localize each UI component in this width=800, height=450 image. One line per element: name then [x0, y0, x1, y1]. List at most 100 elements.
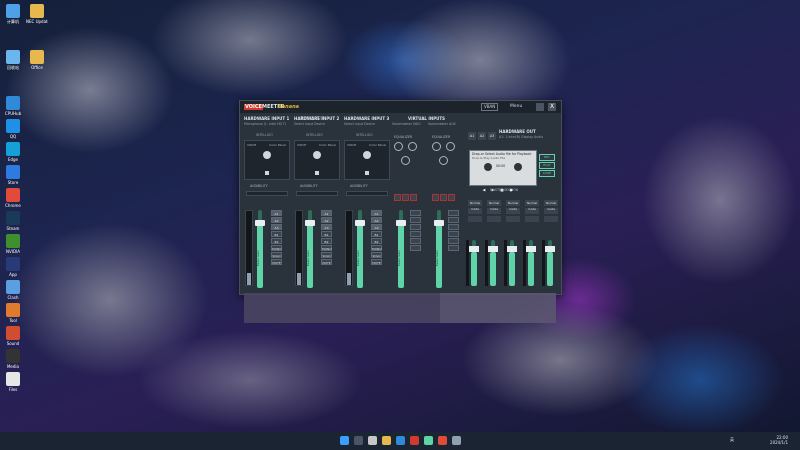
chrome-icon[interactable] [438, 436, 447, 445]
desktop-icon-label: Edge [7, 157, 19, 162]
app-icon [6, 119, 20, 133]
app-icon [6, 257, 20, 271]
master-section-label: MASTER SECTION [490, 188, 519, 192]
a1-select[interactable]: A1 [468, 132, 476, 140]
bus-fader-handle[interactable] [507, 246, 517, 252]
bus-button[interactable] [468, 216, 482, 222]
edge-icon[interactable] [396, 436, 405, 445]
bus-button[interactable] [487, 216, 501, 222]
desktop-icon[interactable]: NVIDIA [2, 234, 24, 254]
desktop-icon-label: Sound [6, 341, 20, 346]
minimize-button[interactable] [536, 103, 544, 111]
app-icon [6, 280, 20, 294]
desktop-icon-label: Steam [6, 226, 20, 231]
loop-button[interactable]: LOOP [539, 170, 555, 177]
play-button[interactable]: PLAY [539, 162, 555, 169]
desktop-icon-label: Media [6, 364, 19, 369]
desktop-icon[interactable]: CPUHub [2, 96, 24, 116]
app-icon [6, 4, 20, 18]
cassette-player[interactable]: Drop or Select Audio file for Playback D… [469, 150, 537, 193]
app-icon [6, 165, 20, 179]
desktop-icon[interactable]: Store [2, 165, 24, 185]
desktop-icon[interactable]: 计算机 [2, 4, 24, 24]
bus-button[interactable] [525, 216, 539, 222]
desktop-icon-label: NVIDIA [6, 249, 20, 254]
rec-button[interactable]: REC [539, 154, 555, 161]
rewind-icon: ◀ [480, 187, 488, 193]
app-icon[interactable] [424, 436, 433, 445]
app-icon [6, 234, 20, 248]
desktop-icon[interactable]: Tool [2, 303, 24, 323]
desktop-icon-label: NEC Update [26, 19, 48, 24]
bus-fader-handle[interactable] [545, 246, 555, 252]
app-icon [6, 96, 20, 110]
start-icon[interactable] [340, 436, 349, 445]
desktop-icon[interactable]: Steam [2, 211, 24, 231]
title-bar[interactable]: VOICE MEETER Banana VBAN Menu X [240, 101, 561, 120]
bus-fader-handle[interactable] [488, 246, 498, 252]
desktop-icon[interactable]: NEC Update [26, 4, 48, 24]
bus-mode-button[interactable]: Normal mode [544, 200, 558, 211]
input-method[interactable]: 英 [730, 437, 734, 443]
bus-button[interactable] [506, 216, 520, 222]
app-icon [6, 50, 20, 64]
desktop-icon-label: App [9, 272, 17, 277]
search-icon[interactable] [354, 436, 363, 445]
taskbar: 英 22:00 2024/1/1 [0, 432, 800, 450]
settings-icon[interactable] [452, 436, 461, 445]
desktop-icon-label: 计算机 [7, 19, 19, 24]
voicemeeter-taskbar-icon[interactable] [410, 436, 419, 445]
desktop-icon[interactable]: Sound [2, 326, 24, 346]
app-icon [6, 349, 20, 363]
app-icon [6, 372, 20, 386]
a2-select[interactable]: A2 [478, 132, 486, 140]
desktop-icon-label: Store [7, 180, 19, 185]
hardware-out-device: A1: 1-Intel(R) Display Audio [499, 135, 544, 139]
desktop-icon-label: Office [31, 65, 43, 70]
brand-voice: VOICE [244, 104, 263, 110]
hardware-out-section: A1 A2 A3 HARDWARE OUT A1: 1-Intel(R) Dis… [240, 114, 561, 292]
app-icon [6, 188, 20, 202]
vban-button[interactable]: VBAN [481, 103, 499, 111]
desktop-icon[interactable]: Office [26, 50, 48, 70]
desktop-icon[interactable]: Media [2, 349, 24, 369]
app-icon [6, 303, 20, 317]
app-icon [6, 142, 20, 156]
reel-right [514, 163, 522, 171]
desktop-icon-label: Chrome [5, 203, 21, 208]
desktop-icon[interactable]: App [2, 257, 24, 277]
explorer-icon[interactable] [382, 436, 391, 445]
desktop-icon[interactable]: 回收站 [2, 50, 24, 70]
bus-fader-handle[interactable] [526, 246, 536, 252]
voicemeeter-window: VOICE MEETER Banana VBAN Menu X HARDWARE… [239, 100, 562, 295]
bus-fader-handle[interactable] [469, 246, 479, 252]
master-bus-3: Normal mode [504, 200, 524, 286]
desktop-icon[interactable]: Edge [2, 142, 24, 162]
task-view-icon[interactable] [368, 436, 377, 445]
hardware-out-title: HARDWARE OUT [499, 129, 536, 134]
master-bus-4: Normal mode [523, 200, 543, 286]
close-button[interactable]: X [548, 103, 556, 111]
a3-select[interactable]: A3 [488, 132, 496, 140]
desktop-icon[interactable]: Files [2, 372, 24, 392]
app-icon [6, 326, 20, 340]
cassette-time: 00:00 [496, 164, 506, 168]
bus-mode-button[interactable]: Normal mode [487, 200, 501, 211]
menu-button[interactable]: Menu [510, 104, 522, 110]
bus-mode-button[interactable]: Normal mode [506, 200, 520, 211]
master-bus-1: Normal mode [466, 200, 486, 286]
app-icon [6, 211, 20, 225]
desktop-icon[interactable]: Chrome [2, 188, 24, 208]
app-icon [30, 50, 44, 64]
desktop-icon[interactable]: QQ [2, 119, 24, 139]
desktop-icon-label: Clash [7, 295, 19, 300]
cassette-controls[interactable]: ◀ ▶ ■ ● [480, 176, 516, 195]
bus-mode-button[interactable]: Normal mode [468, 200, 482, 211]
desktop-icon-label: Files [8, 387, 18, 392]
desktop-icon[interactable]: Clash [2, 280, 24, 300]
desktop-icon-label: 回收站 [7, 65, 19, 70]
clock[interactable]: 22:00 2024/1/1 [770, 435, 788, 445]
bus-button[interactable] [544, 216, 558, 222]
desktop-icon-label: CPUHub [4, 111, 22, 116]
bus-mode-button[interactable]: Normal mode [525, 200, 539, 211]
